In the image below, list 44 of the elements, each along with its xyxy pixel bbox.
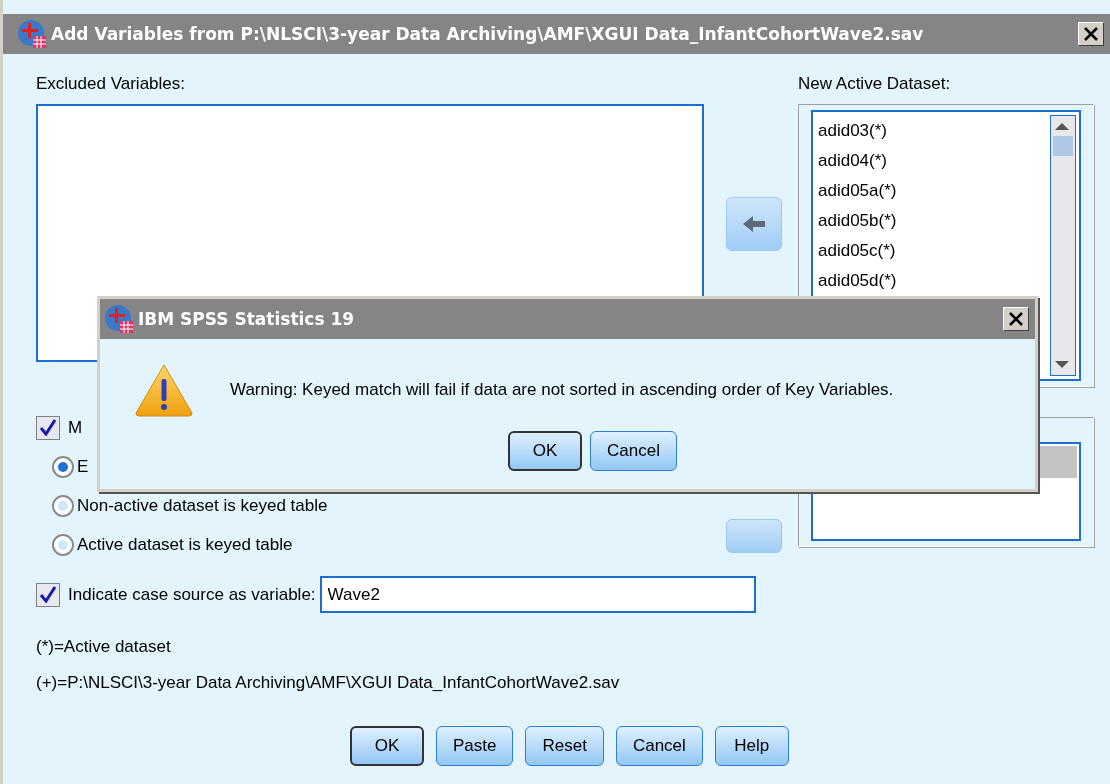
checkbox-label: Indicate case source as variable:: [68, 584, 316, 605]
close-icon: [1009, 312, 1023, 326]
arrow-left-icon: [743, 215, 765, 233]
window-title: Add Variables from P:\NLSCI\3-year Data Archiving\AMF\XGUI Data_InfantCohortWave2.sav: [51, 24, 925, 44]
checkbox[interactable]: [36, 416, 60, 440]
list-item[interactable]: adid05d(*): [818, 266, 1042, 296]
check-icon: [39, 419, 57, 437]
radio-label: Active dataset is keyed table: [77, 535, 293, 555]
list-item[interactable]: adid04(*): [818, 146, 1042, 176]
app-icon: [104, 304, 134, 334]
list-label: Excluded Variables:: [36, 74, 186, 94]
list-label: New Active Dataset:: [798, 74, 952, 94]
dialog-button[interactable]: Cancel: [590, 431, 677, 471]
warning-message: Warning: Keyed match will fail if data are not sorted in ascending order of Key Variables.: [230, 380, 894, 400]
note-text: (+)=P:\NLSCI\3-year Data Archiving\AMF\XGUI Data_InfantCohortWave2.sav: [36, 673, 621, 693]
scroll-thumb[interactable]: [1053, 136, 1073, 156]
list-item[interactable]: adid05b(*): [818, 206, 1042, 236]
radio-label: E: [77, 457, 89, 477]
dialog-button[interactable]: Help: [714, 726, 789, 766]
radio-button[interactable]: [52, 495, 74, 517]
radio-button[interactable]: [52, 534, 74, 556]
close-icon: [1084, 27, 1098, 41]
dialog-button[interactable]: Paste: [436, 726, 514, 766]
dialog-button[interactable]: Cancel: [615, 726, 703, 766]
dialog-button[interactable]: Reset: [525, 726, 604, 766]
dialog-button[interactable]: OK: [350, 726, 424, 766]
check-icon: [39, 585, 57, 604]
radio-button[interactable]: [52, 456, 74, 478]
window-title: IBM SPSS Statistics 19: [138, 309, 356, 329]
checkbox[interactable]: [36, 582, 60, 607]
checkbox-label: M: [68, 418, 83, 438]
close-button[interactable]: [1078, 22, 1104, 46]
list-item[interactable]: adid05c(*): [818, 236, 1042, 266]
move-left-button[interactable]: [726, 197, 782, 251]
dialog-button[interactable]: OK: [508, 431, 583, 471]
radio-label: Non-active dataset is keyed table: [77, 496, 328, 516]
scrollbar[interactable]: [1050, 115, 1076, 376]
app-icon: [17, 19, 47, 49]
close-button[interactable]: [1003, 307, 1029, 331]
list-item[interactable]: adid05a(*): [818, 176, 1042, 206]
input-field[interactable]: Wave2: [319, 576, 756, 613]
note-text: (*)=Active dataset: [36, 637, 172, 657]
warning-icon: [134, 363, 194, 417]
list-item[interactable]: adid03(*): [818, 116, 1042, 146]
